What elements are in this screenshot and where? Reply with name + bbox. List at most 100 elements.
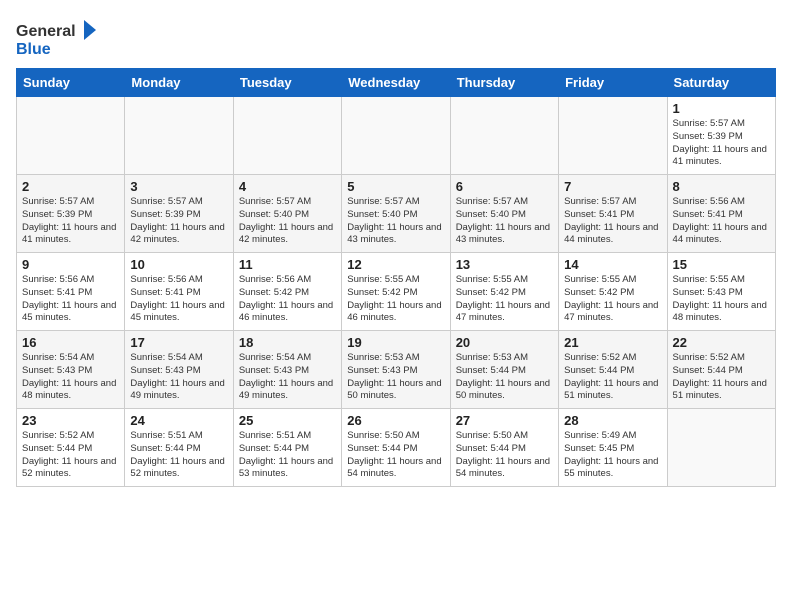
day-number: 28 [564, 413, 661, 428]
day-info: Sunrise: 5:54 AM Sunset: 5:43 PM Dayligh… [239, 352, 336, 403]
calendar-cell: 16 Sunrise: 5:54 AM Sunset: 5:43 PM Dayli… [17, 331, 125, 409]
calendar-cell: 18 Sunrise: 5:54 AM Sunset: 5:43 PM Dayli… [233, 331, 341, 409]
calendar-cell: 7 Sunrise: 5:57 AM Sunset: 5:41 PM Daylig… [559, 175, 667, 253]
day-info: Sunrise: 5:54 AM Sunset: 5:43 PM Dayligh… [22, 352, 119, 403]
day-number: 27 [456, 413, 553, 428]
day-info: Sunrise: 5:49 AM Sunset: 5:45 PM Dayligh… [564, 430, 661, 481]
week-row-2: 2Sunrise: 5:57 AM Sunset: 5:39 PM Daylig… [17, 175, 776, 253]
day-info: Sunrise: 5:53 AM Sunset: 5:44 PM Dayligh… [456, 352, 553, 403]
day-info: Sunrise: 5:50 AM Sunset: 5:44 PM Dayligh… [347, 430, 444, 481]
calendar-cell [342, 97, 450, 175]
day-number: 22 [673, 335, 770, 350]
logo: General Blue [16, 16, 96, 60]
calendar-table: SundayMondayTuesdayWednesdayThursdayFrid… [16, 68, 776, 487]
day-info: Sunrise: 5:51 AM Sunset: 5:44 PM Dayligh… [130, 430, 227, 481]
day-number: 18 [239, 335, 336, 350]
calendar-cell: 12 Sunrise: 5:55 AM Sunset: 5:42 PM Dayli… [342, 253, 450, 331]
day-info: Sunrise: 5:56 AM Sunset: 5:42 PM Dayligh… [239, 274, 336, 325]
calendar-cell: 4 Sunrise: 5:57 AM Sunset: 5:40 PM Daylig… [233, 175, 341, 253]
calendar-cell [450, 97, 558, 175]
calendar-cell: 17 Sunrise: 5:54 AM Sunset: 5:43 PM Dayli… [125, 331, 233, 409]
day-number: 1 [673, 101, 770, 116]
day-info: Sunrise: 5:51 AM Sunset: 5:44 PM Dayligh… [239, 430, 336, 481]
day-number: 4 [239, 179, 336, 194]
day-info: Sunrise: 5:50 AM Sunset: 5:44 PM Dayligh… [456, 430, 553, 481]
day-info: Sunrise: 5:57 AM Sunset: 5:40 PM Dayligh… [347, 196, 444, 247]
calendar-cell: 27 Sunrise: 5:50 AM Sunset: 5:44 PM Dayli… [450, 409, 558, 487]
day-info: Sunrise: 5:55 AM Sunset: 5:42 PM Dayligh… [564, 274, 661, 325]
calendar-cell: 28 Sunrise: 5:49 AM Sunset: 5:45 PM Dayli… [559, 409, 667, 487]
weekday-header-wednesday: Wednesday [342, 69, 450, 97]
day-number: 10 [130, 257, 227, 272]
calendar-cell: 26 Sunrise: 5:50 AM Sunset: 5:44 PM Dayli… [342, 409, 450, 487]
day-number: 12 [347, 257, 444, 272]
day-info: Sunrise: 5:56 AM Sunset: 5:41 PM Dayligh… [673, 196, 770, 247]
day-number: 8 [673, 179, 770, 194]
svg-text:General: General [16, 23, 76, 40]
week-row-3: 9Sunrise: 5:56 AM Sunset: 5:41 PM Daylig… [17, 253, 776, 331]
weekday-header-sunday: Sunday [17, 69, 125, 97]
weekday-header-saturday: Saturday [667, 69, 775, 97]
logo-svg: General Blue [16, 16, 96, 60]
day-number: 3 [130, 179, 227, 194]
weekday-header-friday: Friday [559, 69, 667, 97]
day-info: Sunrise: 5:55 AM Sunset: 5:42 PM Dayligh… [347, 274, 444, 325]
day-number: 5 [347, 179, 444, 194]
calendar-cell [17, 97, 125, 175]
svg-text:Blue: Blue [16, 41, 51, 58]
weekday-header-row: SundayMondayTuesdayWednesdayThursdayFrid… [17, 69, 776, 97]
calendar-cell: 24 Sunrise: 5:51 AM Sunset: 5:44 PM Dayli… [125, 409, 233, 487]
day-number: 15 [673, 257, 770, 272]
day-number: 16 [22, 335, 119, 350]
weekday-header-tuesday: Tuesday [233, 69, 341, 97]
calendar-cell: 10 Sunrise: 5:56 AM Sunset: 5:41 PM Dayli… [125, 253, 233, 331]
calendar-cell: 23 Sunrise: 5:52 AM Sunset: 5:44 PM Dayli… [17, 409, 125, 487]
day-info: Sunrise: 5:57 AM Sunset: 5:40 PM Dayligh… [239, 196, 336, 247]
week-row-4: 16 Sunrise: 5:54 AM Sunset: 5:43 PM Dayli… [17, 331, 776, 409]
day-number: 23 [22, 413, 119, 428]
calendar-cell: 13 Sunrise: 5:55 AM Sunset: 5:42 PM Dayli… [450, 253, 558, 331]
day-number: 13 [456, 257, 553, 272]
day-number: 21 [564, 335, 661, 350]
calendar-cell: 5 Sunrise: 5:57 AM Sunset: 5:40 PM Daylig… [342, 175, 450, 253]
calendar-cell [233, 97, 341, 175]
day-info: Sunrise: 5:56 AM Sunset: 5:41 PM Dayligh… [130, 274, 227, 325]
day-info: Sunrise: 5:57 AM Sunset: 5:39 PM Dayligh… [673, 118, 770, 169]
calendar-cell [125, 97, 233, 175]
calendar-cell: 1 Sunrise: 5:57 AM Sunset: 5:39 PM Daylig… [667, 97, 775, 175]
day-number: 20 [456, 335, 553, 350]
day-info: Sunrise: 5:57 AM Sunset: 5:40 PM Dayligh… [456, 196, 553, 247]
day-info: Sunrise: 5:55 AM Sunset: 5:42 PM Dayligh… [456, 274, 553, 325]
calendar-cell: 25 Sunrise: 5:51 AM Sunset: 5:44 PM Dayli… [233, 409, 341, 487]
calendar-cell: 11Sunrise: 5:56 AM Sunset: 5:42 PM Dayli… [233, 253, 341, 331]
day-info: Sunrise: 5:52 AM Sunset: 5:44 PM Dayligh… [673, 352, 770, 403]
day-number: 24 [130, 413, 227, 428]
day-number: 7 [564, 179, 661, 194]
day-number: 17 [130, 335, 227, 350]
calendar-cell: 9Sunrise: 5:56 AM Sunset: 5:41 PM Daylig… [17, 253, 125, 331]
day-info: Sunrise: 5:54 AM Sunset: 5:43 PM Dayligh… [130, 352, 227, 403]
calendar-cell: 21 Sunrise: 5:52 AM Sunset: 5:44 PM Dayli… [559, 331, 667, 409]
week-row-5: 23 Sunrise: 5:52 AM Sunset: 5:44 PM Dayli… [17, 409, 776, 487]
calendar-cell: 3Sunrise: 5:57 AM Sunset: 5:39 PM Daylig… [125, 175, 233, 253]
day-number: 19 [347, 335, 444, 350]
day-number: 25 [239, 413, 336, 428]
day-number: 26 [347, 413, 444, 428]
week-row-1: 1 Sunrise: 5:57 AM Sunset: 5:39 PM Daylig… [17, 97, 776, 175]
calendar-cell: 8 Sunrise: 5:56 AM Sunset: 5:41 PM Daylig… [667, 175, 775, 253]
day-info: Sunrise: 5:57 AM Sunset: 5:41 PM Dayligh… [564, 196, 661, 247]
weekday-header-monday: Monday [125, 69, 233, 97]
calendar-cell: 22 Sunrise: 5:52 AM Sunset: 5:44 PM Dayli… [667, 331, 775, 409]
day-info: Sunrise: 5:52 AM Sunset: 5:44 PM Dayligh… [564, 352, 661, 403]
calendar-cell [667, 409, 775, 487]
page-header: General Blue [16, 16, 776, 60]
day-info: Sunrise: 5:55 AM Sunset: 5:43 PM Dayligh… [673, 274, 770, 325]
calendar-cell: 20 Sunrise: 5:53 AM Sunset: 5:44 PM Dayli… [450, 331, 558, 409]
calendar-cell [559, 97, 667, 175]
day-number: 14 [564, 257, 661, 272]
day-info: Sunrise: 5:52 AM Sunset: 5:44 PM Dayligh… [22, 430, 119, 481]
weekday-header-thursday: Thursday [450, 69, 558, 97]
day-info: Sunrise: 5:56 AM Sunset: 5:41 PM Dayligh… [22, 274, 119, 325]
calendar-cell: 6Sunrise: 5:57 AM Sunset: 5:40 PM Daylig… [450, 175, 558, 253]
day-info: Sunrise: 5:53 AM Sunset: 5:43 PM Dayligh… [347, 352, 444, 403]
